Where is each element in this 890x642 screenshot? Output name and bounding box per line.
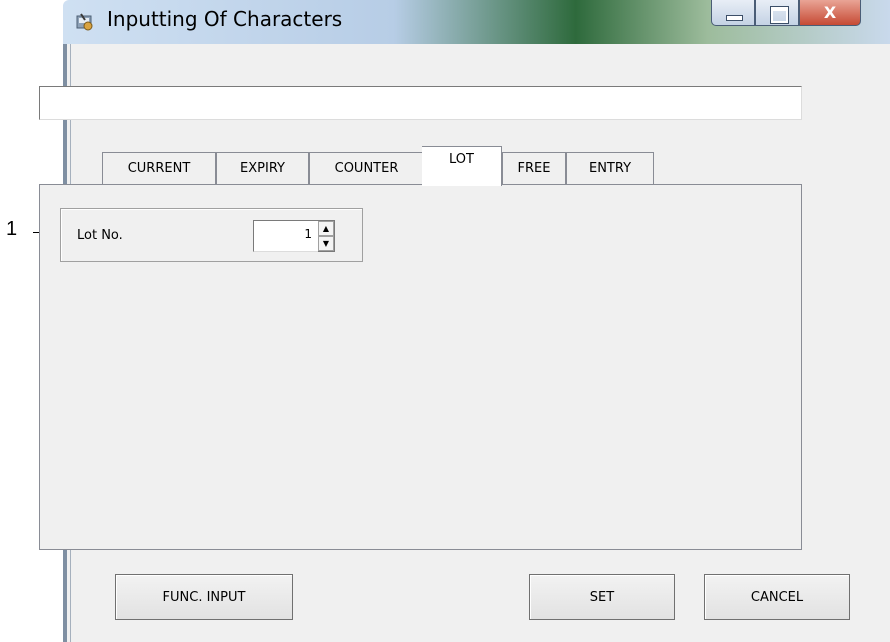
minimize-button[interactable] <box>711 0 755 26</box>
set-label: SET <box>589 589 615 605</box>
character-input-field[interactable] <box>39 86 802 120</box>
tab-current[interactable]: CURRENT <box>102 152 216 184</box>
cancel-label: CANCEL <box>750 589 804 605</box>
tab-label: FREE <box>517 161 551 176</box>
maximize-button[interactable] <box>755 0 799 26</box>
lot-number-label: Lot No. <box>77 228 123 243</box>
title-bar[interactable]: Inputting Of Characters X <box>63 0 890 44</box>
tab-label: COUNTER <box>334 161 399 176</box>
tab-lot[interactable]: LOT <box>422 146 502 186</box>
lot-number-spinner: ▲ ▼ <box>318 220 335 252</box>
tab-counter[interactable]: COUNTER <box>309 152 424 184</box>
lot-number-input[interactable]: 1 <box>253 220 318 252</box>
cancel-button[interactable]: CANCEL <box>704 574 850 620</box>
window-title: Inputting Of Characters <box>107 7 343 31</box>
tab-expiry[interactable]: EXPIRY <box>216 152 309 184</box>
window-controls: X <box>711 0 861 30</box>
close-button[interactable]: X <box>799 0 861 26</box>
spin-down-icon[interactable]: ▼ <box>318 236 334 251</box>
set-button[interactable]: SET <box>529 574 675 620</box>
func-input-button[interactable]: FUNC. INPUT <box>115 574 293 620</box>
tab-label: EXPIRY <box>240 161 285 176</box>
tab-label: CURRENT <box>127 161 191 176</box>
callout-number: 1 <box>6 218 18 240</box>
minimize-icon <box>726 15 743 21</box>
close-icon: X <box>823 3 837 22</box>
func-input-label: FUNC. INPUT <box>162 589 246 605</box>
tab-free[interactable]: FREE <box>502 152 566 184</box>
app-icon <box>76 13 93 31</box>
tab-entry[interactable]: ENTRY <box>566 152 654 184</box>
maximize-icon <box>770 6 789 24</box>
tab-label: LOT <box>449 152 474 167</box>
tab-label: ENTRY <box>588 161 632 176</box>
spin-up-icon[interactable]: ▲ <box>318 221 334 236</box>
